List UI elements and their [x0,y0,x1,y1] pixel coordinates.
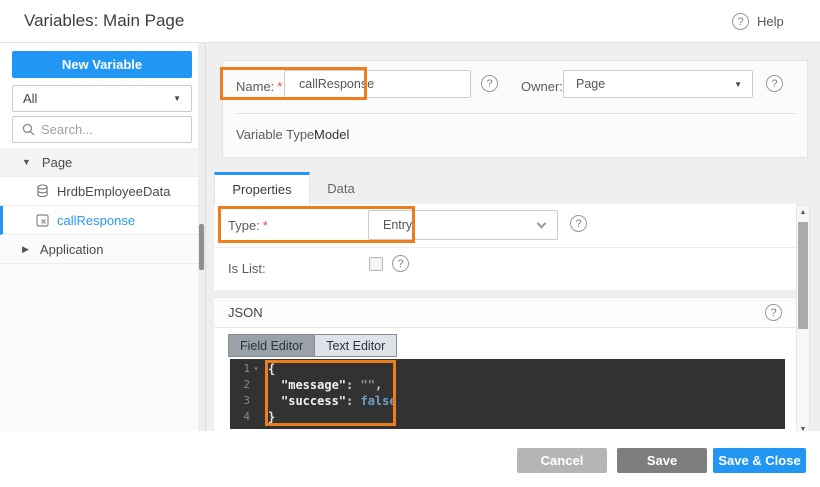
code-line: 4 } [230,409,785,425]
json-panel-header: JSON ? [214,298,796,328]
code-line: 3 "success": false [230,393,785,409]
type-select[interactable]: Entry [368,210,558,240]
expand-arrow-icon[interactable]: ▶ [22,244,29,255]
tree-group-application[interactable]: ▶ Application [0,235,199,264]
type-select-value: Entry [383,218,412,232]
owner-select[interactable]: Page ▼ [563,70,753,98]
sidebar-empty-area [0,264,199,431]
panel-divider [235,113,797,114]
collapse-arrow-icon[interactable]: ▼ [22,157,31,167]
database-variable-icon [36,184,49,198]
name-help-icon[interactable]: ? [481,75,498,92]
type-label: Type:* [228,218,268,233]
new-variable-button[interactable]: New Variable [12,51,192,78]
tree-group-label: Application [40,242,104,257]
dialog-footer: Cancel Save Save & Close [0,431,820,487]
tree-group-page[interactable]: ▼ Page [0,148,199,177]
owner-select-value: Page [576,77,605,91]
variables-sidebar: New Variable All ▼ ▼ Page H [0,43,206,431]
code-text: "success": false [281,393,397,409]
code-text: "message": "", [281,377,382,393]
chevron-down-icon: ▼ [173,94,181,103]
is-list-label: Is List: [228,261,266,276]
field-editor-button[interactable]: Field Editor [229,335,315,356]
help-question-icon: ? [732,13,749,30]
line-number: 4 [230,409,250,425]
json-code-editor[interactable]: 1 ▾ { 2 "message": "", 3 "success": fals… [230,359,785,429]
content-scrollbar-thumb[interactable] [798,222,808,329]
save-and-close-button[interactable]: Save & Close [713,448,806,473]
code-text: } [268,409,275,425]
variable-filter-select[interactable]: All ▼ [12,85,192,112]
tree-item-hrdbemployeedata[interactable]: HrdbEmployeeData [0,177,199,206]
tree-item-label: callResponse [57,213,135,228]
text-editor-button[interactable]: Text Editor [315,335,396,356]
save-button[interactable]: Save [617,448,707,473]
search-icon [22,123,35,136]
json-help-icon[interactable]: ? [765,304,782,321]
scroll-up-icon[interactable]: ▲ [797,209,809,216]
json-panel: JSON ? Field Editor Text Editor 1 ▾ { 2 … [214,297,796,437]
tree-item-callresponse[interactable]: callResponse [0,206,199,235]
variable-search [12,116,192,143]
dialog-header: Variables: Main Page ? Help [0,0,820,43]
name-input[interactable] [284,70,471,98]
line-number: 1 [230,361,250,377]
page-title: Variables: Main Page [24,11,184,31]
variables-dialog: Variables: Main Page ? Help New Variable… [0,0,820,487]
is-list-checkbox[interactable] [369,257,383,271]
required-asterisk: * [263,218,268,233]
properties-tab-content: Type:* Entry ? Is List: ? [214,204,796,290]
variable-type-label: Variable Type: [236,127,318,142]
name-label: Name:* [236,79,282,94]
variable-summary-panel: Name:* ? Owner:* Page ▼ ? Variable Type:… [222,60,808,158]
required-asterisk: * [277,79,282,94]
variable-type-value: Model [314,127,349,142]
line-number: 3 [230,393,250,409]
fold-caret-icon[interactable]: ▾ [250,361,262,377]
type-help-icon[interactable]: ? [570,215,587,232]
editor-mode-toggle: Field Editor Text Editor [228,334,397,357]
chevron-down-icon: ▼ [734,80,742,89]
sidebar-scrollbar-thumb[interactable] [199,224,204,270]
json-panel-title: JSON [228,305,263,320]
tree-group-label: Page [42,155,72,170]
cancel-button[interactable]: Cancel [517,448,607,473]
tab-data[interactable]: Data [310,172,372,204]
line-number: 2 [230,377,250,393]
owner-help-icon[interactable]: ? [766,75,783,92]
row-divider [214,247,796,248]
code-line: 2 "message": "", [230,377,785,393]
content-scrollbar[interactable]: ▲ ▼ [796,205,810,437]
model-variable-icon [36,214,49,227]
chevron-down-icon [537,218,547,228]
code-line: 1 ▾ { [230,361,785,377]
code-text: { [268,361,275,377]
help-link[interactable]: ? Help [732,13,784,30]
tab-properties[interactable]: Properties [214,172,310,204]
tree-item-label: HrdbEmployeeData [57,184,170,199]
variable-filter-value: All [23,91,37,106]
search-input[interactable] [41,122,181,137]
is-list-help-icon[interactable]: ? [392,255,409,272]
help-label: Help [757,14,784,29]
